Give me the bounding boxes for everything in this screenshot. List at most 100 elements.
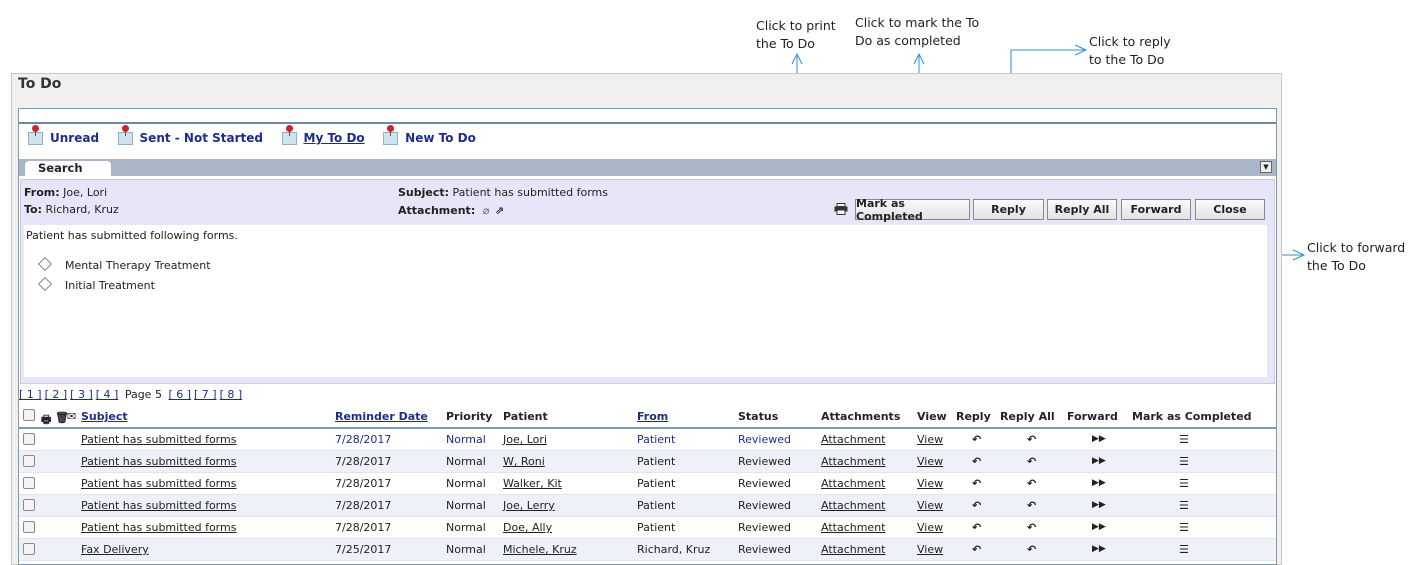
forward-icon[interactable]: ▶▶ [1092,544,1106,554]
reply-icon[interactable]: ↶ [972,543,981,556]
row-checkbox[interactable] [23,477,35,489]
mark-completed-icon[interactable]: ☰ [1179,477,1189,490]
envelope-icon[interactable]: ✉ [67,410,76,423]
open-external-icon[interactable]: ⇗ [495,204,504,217]
nav-my-todo[interactable]: My To Do [281,125,365,145]
page-link[interactable]: [ 2 ] [45,388,68,401]
reply-button[interactable]: Reply [973,199,1044,220]
form-item[interactable]: Mental Therapy Treatment [37,256,211,272]
select-all-checkbox[interactable] [23,409,35,421]
forward-icon[interactable]: ▶▶ [1092,434,1106,444]
row-patient[interactable]: Michele, Kruz [503,543,577,556]
page-link[interactable]: [ 6 ] [168,388,191,401]
row-status: Reviewed [738,521,791,534]
row-view-link[interactable]: View [917,477,943,490]
table-row[interactable]: Patient has submitted forms 7/28/2017 Norm… [19,473,1276,495]
page-link[interactable]: [ 8 ] [220,388,243,401]
nav-sent-not-started[interactable]: Sent - Not Started [117,125,263,145]
print-icon[interactable]: 🖶 [41,411,51,430]
mark-completed-icon[interactable]: ☰ [1179,499,1189,512]
form-item[interactable]: Initial Treatment [37,276,155,292]
row-patient[interactable]: W, Roni [503,455,545,468]
row-checkbox[interactable] [23,543,35,555]
row-patient[interactable]: Joe, Lori [503,433,547,446]
subject-label: Subject: [398,186,450,199]
row-priority: Normal [446,499,486,512]
page-link[interactable]: [ 4 ] [96,388,119,401]
paperclip-icon[interactable]: ⌀ [483,204,490,217]
reply-icon[interactable]: ↶ [972,521,981,534]
table-row[interactable]: Patient has submitted forms 7/28/2017 Norm… [19,429,1276,451]
row-subject[interactable]: Patient has submitted forms [81,499,236,512]
mark-completed-button[interactable]: Mark as Completed [855,197,970,223]
forward-icon[interactable]: ▶▶ [1092,456,1106,466]
reply-all-icon[interactable]: ↶ [1027,521,1036,534]
search-tab[interactable]: Search [25,161,111,176]
table-row[interactable]: Patient has submitted forms 7/28/2017 Norm… [19,451,1276,473]
mark-completed-icon[interactable]: ☰ [1179,543,1189,556]
row-subject[interactable]: Patient has submitted forms [81,433,236,446]
col-reminder-date[interactable]: Reminder Date [335,410,428,423]
forward-button[interactable]: Forward [1121,199,1191,220]
nav-unread[interactable]: Unread [27,125,99,145]
collapse-icon[interactable]: ▼ [1260,161,1272,173]
row-subject[interactable]: Patient has submitted forms [81,521,236,534]
mark-completed-icon[interactable]: ☰ [1179,433,1189,446]
reply-all-icon[interactable]: ↶ [1027,499,1036,512]
reply-all-icon[interactable]: ↶ [1027,455,1036,468]
to-label: To: [24,203,42,216]
row-view-link[interactable]: View [917,433,943,446]
row-checkbox[interactable] [23,521,35,533]
row-from: Patient [637,499,676,512]
forward-icon[interactable]: ▶▶ [1092,522,1106,532]
reply-icon[interactable]: ↶ [972,433,981,446]
col-reply: Reply [956,410,991,423]
row-attachment-link[interactable]: Attachment [821,521,886,534]
row-view-link[interactable]: View [917,499,943,512]
row-checkbox[interactable] [23,499,35,511]
col-priority: Priority [446,410,493,423]
annotation-print: Click to print the To Do [756,18,836,51]
row-patient[interactable]: Joe, Lerry [503,499,555,512]
from-label: From: [24,186,60,199]
reply-icon[interactable]: ↶ [972,499,981,512]
row-attachment-link[interactable]: Attachment [821,543,886,556]
message-body: Patient has submitted following forms. M… [24,225,1267,377]
row-checkbox[interactable] [23,455,35,467]
mark-completed-icon[interactable]: ☰ [1179,455,1189,468]
row-subject[interactable]: Patient has submitted forms [81,477,236,490]
reply-icon[interactable]: ↶ [972,455,981,468]
forward-icon[interactable]: ▶▶ [1092,478,1106,488]
print-icon[interactable] [834,203,848,215]
row-view-link[interactable]: View [917,543,943,556]
row-attachment-link[interactable]: Attachment [821,455,886,468]
row-attachment-link[interactable]: Attachment [821,477,886,490]
col-subject[interactable]: Subject [81,410,128,423]
message-preview: From: Joe, Lori To: Richard, Kruz Subjec… [20,179,1275,384]
row-attachment-link[interactable]: Attachment [821,499,886,512]
page-link[interactable]: [ 3 ] [70,388,93,401]
table-row[interactable]: Patient has submitted forms 7/28/2017 Norm… [19,517,1276,539]
row-subject[interactable]: Fax Delivery [81,543,149,556]
table-row[interactable]: Patient has submitted forms 7/28/2017 Norm… [19,495,1276,517]
row-attachment-link[interactable]: Attachment [821,433,886,446]
mark-completed-icon[interactable]: ☰ [1179,521,1189,534]
row-view-link[interactable]: View [917,521,943,534]
row-patient[interactable]: Doe, Ally [503,521,552,534]
row-checkbox[interactable] [23,433,35,445]
page-link[interactable]: [ 7 ] [194,388,217,401]
nav-new-todo[interactable]: New To Do [382,125,476,145]
row-subject[interactable]: Patient has submitted forms [81,455,236,468]
reply-all-icon[interactable]: ↶ [1027,477,1036,490]
reply-all-icon[interactable]: ↶ [1027,433,1036,446]
row-view-link[interactable]: View [917,455,943,468]
reply-icon[interactable]: ↶ [972,477,981,490]
page-link[interactable]: [ 1 ] [19,388,42,401]
row-patient[interactable]: Walker, Kit [503,477,562,490]
forward-icon[interactable]: ▶▶ [1092,500,1106,510]
reply-all-button[interactable]: Reply All [1047,199,1117,220]
col-from[interactable]: From [637,410,668,423]
reply-all-icon[interactable]: ↶ [1027,543,1036,556]
close-button[interactable]: Close [1195,199,1265,220]
inner-top-strip [19,109,1276,124]
